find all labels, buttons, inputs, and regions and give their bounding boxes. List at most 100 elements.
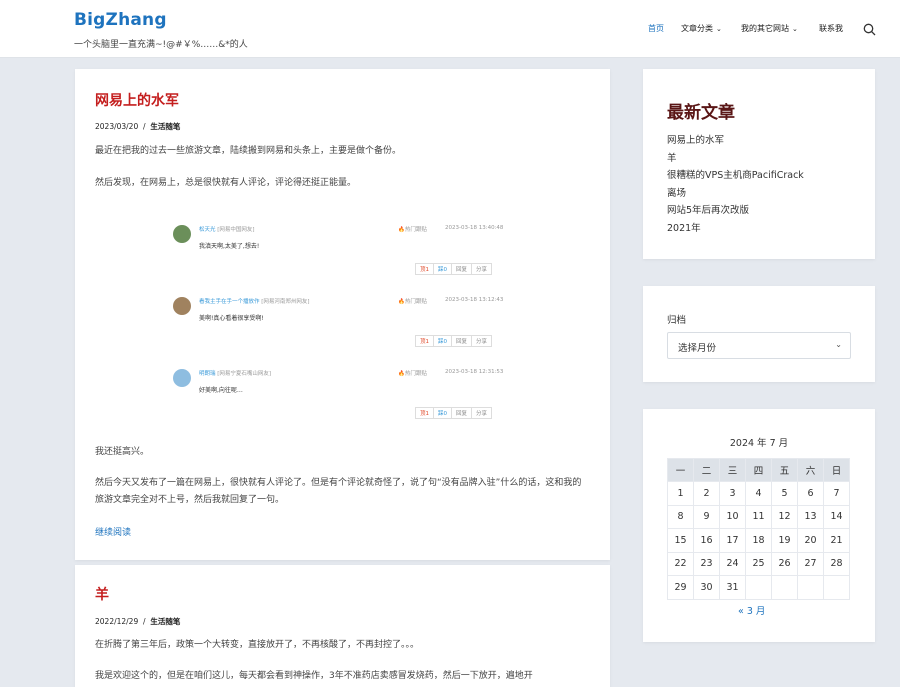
downvote-button: 踩0 (433, 335, 452, 347)
avatar (173, 297, 191, 315)
post-date[interactable]: 2023/03/20 (95, 122, 138, 131)
weekday-header: 三 (719, 458, 746, 482)
recent-post-link[interactable]: 网站5年后再次改版 (667, 202, 804, 220)
calendar-day: 25 (745, 551, 772, 576)
weekday-header: 二 (693, 458, 720, 482)
post-category[interactable]: 生活随笔 (150, 617, 180, 626)
fire-icon: 🔥 (398, 299, 405, 305)
calendar-day: 31 (719, 575, 746, 600)
comment-item: 看我主手在手一个播放作 [网易河南郑州网友] 美啊!真心看着很享受啊! 🔥热门跟… (173, 293, 509, 353)
site-title[interactable]: BigZhang (74, 10, 167, 30)
avatar (173, 225, 191, 243)
comment-text: 美啊!真心看着很享受啊! (199, 315, 264, 322)
calendar-week: 8 9 10 11 12 13 14 (667, 504, 850, 529)
chevron-down-icon: ⌄ (835, 340, 842, 349)
calendar-day: 20 (797, 528, 824, 553)
calendar-day (771, 575, 798, 600)
upvote-button: 顶1 (415, 407, 434, 419)
post-title[interactable]: 羊 (95, 584, 109, 604)
calendar-day: 12 (771, 504, 798, 529)
comment-author: 看我主手在手一个播放作 [网易河南郑州网友] (199, 297, 310, 305)
weekday-header: 六 (797, 458, 824, 482)
recent-post-link[interactable]: 网易上的水军 (667, 132, 804, 150)
recent-post-link[interactable]: 很糟糕的VPS主机商PacifiCrack (667, 167, 804, 185)
comment-actions: 顶1 踩0 回复 分享 (415, 263, 493, 275)
widget-title: 最新文章 (667, 103, 735, 123)
comment-item: 松天光 [网易中国网友] 我滇天啊,太美了,想去! 🔥热门跟贴 2023-03-… (173, 221, 509, 281)
reply-button: 回复 (451, 407, 473, 419)
nav-item-contact[interactable]: 联系我 (819, 23, 843, 34)
calendar-table: 一 二 三 四 五 六 日 1234567 8 9 10 11 12 13 14 15 16 1… (667, 458, 850, 600)
post-card: 羊 2022/12/29 / 生活随笔 在折腾了第三年后，政策一个大转变，直接放… (75, 565, 610, 687)
weekday-header: 五 (771, 458, 798, 482)
hot-badge: 🔥热门跟贴 (398, 369, 427, 377)
weekday-header: 日 (823, 458, 850, 482)
select-value: 选择月份 (678, 343, 717, 354)
comment-actions: 顶1 踩0 回复 分享 (415, 407, 493, 419)
comment-time: 2023-03-18 12:31:53 (445, 369, 504, 375)
share-button: 分享 (471, 335, 493, 347)
recent-post-link[interactable]: 羊 (667, 150, 804, 168)
reply-button: 回复 (451, 263, 473, 275)
comment-author-name: 看我主手在手一个播放作 (199, 299, 260, 305)
archive-month-select[interactable]: 选择月份 ⌄ (667, 332, 851, 359)
post-category[interactable]: 生活随笔 (150, 122, 180, 131)
calendar-day: 24 (719, 551, 746, 576)
comment-location: [网易宁夏石嘴山网友] (217, 371, 272, 377)
calendar-day: 28 (823, 551, 850, 576)
avatar (173, 369, 191, 387)
downvote-button: 踩0 (433, 407, 452, 419)
calendar-widget: 2024 年 7 月 一 二 三 四 五 六 日 1234567 8 9 10 11 1… (643, 409, 875, 642)
calendar-day: 23 (693, 551, 720, 576)
nav-item-home[interactable]: 首页 (648, 23, 664, 34)
weekday-header: 一 (667, 458, 694, 482)
calendar-day: 3 (719, 481, 746, 506)
comment-location: [网易中国网友] (217, 227, 255, 233)
nav-item-label: 联系我 (819, 24, 843, 33)
calendar-day: 9 (693, 504, 720, 529)
comment-time: 2023-03-18 13:12:43 (445, 297, 504, 303)
read-more-link[interactable]: 继续阅读 (95, 525, 131, 538)
calendar-week: 15 16 17 18 19 20 21 (667, 528, 850, 553)
recent-post-link[interactable]: 离场 (667, 185, 804, 203)
comment-author-name: 松天光 (199, 227, 216, 233)
comment-text: 好美啊,向往呢… (199, 387, 243, 394)
recent-post-link[interactable]: 2021年 (667, 220, 804, 238)
fire-icon: 🔥 (398, 227, 405, 233)
share-button: 分享 (471, 407, 493, 419)
comment-item: 明朗瑞 [网易宁夏石嘴山网友] 好美啊,向往呢… 🔥热门跟贴 2023-03-1… (173, 365, 509, 425)
meta-separator: / (143, 617, 146, 626)
downvote-button: 踩0 (433, 263, 452, 275)
calendar-day: 30 (693, 575, 720, 600)
search-icon[interactable] (863, 23, 876, 36)
nav-item-other-sites[interactable]: 我的其它网站 ⌄ (741, 23, 798, 34)
calendar-day (823, 575, 850, 600)
archive-widget: 归档 选择月份 ⌄ (643, 286, 875, 382)
calendar-day: 17 (719, 528, 746, 553)
calendar-day: 13 (797, 504, 824, 529)
nav-item-categories[interactable]: 文章分类 ⌄ (681, 23, 722, 34)
archive-label: 归档 (667, 315, 687, 326)
post-paragraph: 在折腾了第三年后，政策一个大转变，直接放开了，不再核酸了，不再封控了。。。 (95, 640, 420, 650)
comment-author: 松天光 [网易中国网友] (199, 225, 255, 233)
comment-location: [网易河南郑州网友] (261, 299, 310, 305)
upvote-button: 顶1 (415, 335, 434, 347)
calendar-day: 5 (771, 481, 798, 506)
calendar-day: 2 (693, 481, 720, 506)
calendar-day: 11 (745, 504, 772, 529)
calendar-day: 26 (771, 551, 798, 576)
calendar-day: 4 (745, 481, 772, 506)
comment-time: 2023-03-18 13:40:48 (445, 225, 504, 231)
comment-author-name: 明朗瑞 (199, 371, 216, 377)
post-card: 网易上的水军 2023/03/20 / 生活随笔 最近在把我的过去一些旅游文章，… (75, 69, 610, 560)
post-meta: 2022/12/29 / 生活随笔 (95, 616, 180, 627)
calendar-day: 15 (667, 528, 694, 553)
share-button: 分享 (471, 263, 493, 275)
fire-icon: 🔥 (398, 371, 405, 377)
calendar-prev-link[interactable]: « 3 月 (738, 603, 765, 617)
calendar-week: 1234567 (667, 481, 850, 506)
post-title[interactable]: 网易上的水军 (95, 90, 179, 110)
chevron-down-icon: ⌄ (792, 25, 798, 33)
hot-label: 热门跟贴 (404, 299, 427, 305)
post-date[interactable]: 2022/12/29 (95, 617, 138, 626)
